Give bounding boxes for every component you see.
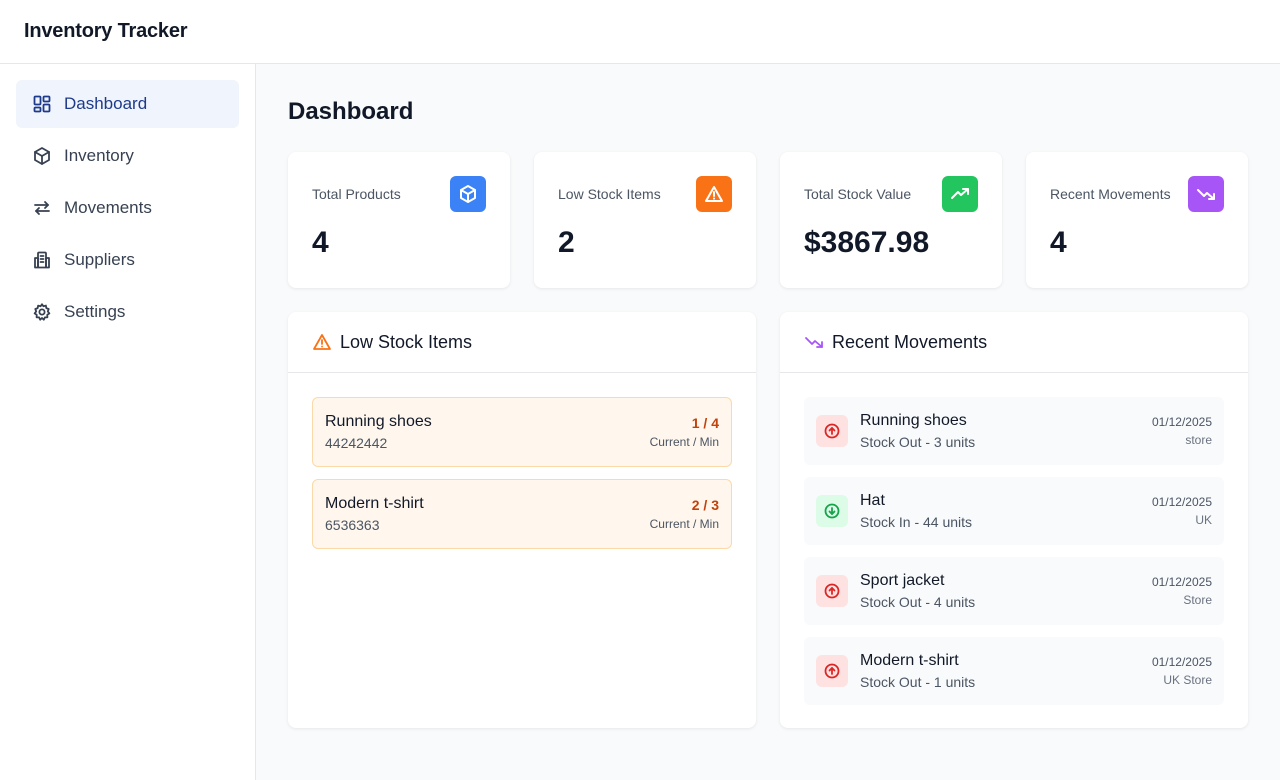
stock-ratio-label: Current / Min	[649, 435, 719, 449]
panel-title: Low Stock Items	[340, 331, 473, 352]
sidebar-item-label: Dashboard	[64, 94, 148, 113]
warning-icon	[696, 176, 732, 212]
movement-date: 01/12/2025	[1151, 575, 1212, 589]
stock-ratio: 2 / 3	[691, 497, 719, 513]
trending-up-icon	[942, 176, 978, 212]
movement-description: Stock Out - 1 units	[860, 674, 976, 690]
box-icon	[32, 146, 52, 166]
sidebar-item-label: Inventory	[64, 146, 134, 165]
panels-row: Low Stock Items Running shoes 44242442 1…	[288, 312, 1248, 728]
movement-description: Stock Out - 4 units	[860, 594, 976, 610]
low-stock-list: Running shoes 44242442 1 / 4 Current / M…	[288, 373, 756, 585]
trending-down-icon	[1188, 176, 1224, 212]
sidebar-item-inventory[interactable]: Inventory	[16, 132, 239, 180]
movement-location: Store	[1183, 593, 1212, 607]
gear-icon	[32, 302, 52, 322]
stat-value: 2	[558, 226, 575, 259]
recent-movements-panel: Recent Movements Running shoes Stock Out…	[780, 312, 1248, 728]
panel-title: Recent Movements	[832, 331, 988, 352]
list-item[interactable]: Running shoes 44242442 1 / 4 Current / M…	[312, 397, 732, 467]
box-icon	[450, 176, 486, 212]
stat-card-low-stock: Low Stock Items 2	[534, 152, 756, 288]
sidebar-item-label: Suppliers	[64, 250, 135, 269]
item-sku: 44242442	[325, 435, 388, 451]
stat-card-total-products: Total Products 4	[288, 152, 510, 288]
movement-location: UK Store	[1163, 673, 1212, 687]
list-item[interactable]: Modern t-shirt Stock Out - 1 units 01/12…	[804, 637, 1224, 705]
movement-description: Stock In - 44 units	[860, 514, 973, 530]
stat-value: 4	[312, 226, 329, 259]
sidebar: Dashboard Inventory Movements Suppliers …	[0, 64, 256, 780]
movement-location: store	[1185, 433, 1212, 447]
sidebar-item-movements[interactable]: Movements	[16, 184, 239, 232]
list-item[interactable]: Running shoes Stock Out - 3 units 01/12/…	[804, 397, 1224, 465]
list-item[interactable]: Sport jacket Stock Out - 4 units 01/12/2…	[804, 557, 1224, 625]
stat-value: $3867.98	[804, 226, 930, 259]
arrow-down-circle-icon	[816, 495, 848, 527]
trending-down-icon	[804, 332, 824, 352]
sidebar-item-label: Movements	[64, 198, 152, 217]
stat-card-total-value: Total Stock Value $3867.98	[780, 152, 1002, 288]
sidebar-item-settings[interactable]: Settings	[16, 288, 239, 336]
arrow-up-circle-icon	[816, 415, 848, 447]
list-item[interactable]: Hat Stock In - 44 units 01/12/2025 UK	[804, 477, 1224, 545]
stock-ratio: 1 / 4	[691, 415, 719, 431]
top-bar: Inventory Tracker	[0, 0, 1280, 64]
app-title: Inventory Tracker	[24, 20, 188, 42]
stat-value: 4	[1050, 226, 1067, 259]
arrow-up-circle-icon	[816, 655, 848, 687]
movement-description: Stock Out - 3 units	[860, 434, 976, 450]
panel-header: Recent Movements	[780, 312, 1248, 373]
arrow-up-circle-icon	[816, 575, 848, 607]
low-stock-panel: Low Stock Items Running shoes 44242442 1…	[288, 312, 756, 728]
movements-list: Running shoes Stock Out - 3 units 01/12/…	[780, 373, 1248, 741]
item-name: Modern t-shirt	[860, 652, 959, 669]
sidebar-item-dashboard[interactable]: Dashboard	[16, 80, 239, 128]
item-sku: 6536363	[325, 517, 380, 533]
item-name: Modern t-shirt	[325, 495, 424, 512]
stats-row: Total Products 4 Low Stock Items 2 Total…	[288, 152, 1248, 288]
page-title: Dashboard	[288, 98, 414, 125]
movement-date: 01/12/2025	[1151, 495, 1212, 509]
stat-card-recent-movements: Recent Movements 4	[1026, 152, 1248, 288]
item-name: Running shoes	[325, 413, 432, 430]
item-name: Running shoes	[860, 412, 967, 429]
sidebar-item-label: Settings	[64, 302, 126, 321]
stock-ratio-label: Current / Min	[649, 517, 719, 531]
item-name: Sport jacket	[860, 572, 945, 589]
item-name: Hat	[860, 492, 885, 509]
list-item[interactable]: Modern t-shirt 6536363 2 / 3 Current / M…	[312, 479, 732, 549]
panel-header: Low Stock Items	[288, 312, 756, 373]
building-icon	[32, 250, 52, 270]
movement-date: 01/12/2025	[1151, 655, 1212, 669]
movement-date: 01/12/2025	[1151, 415, 1212, 429]
movement-location: UK	[1195, 513, 1212, 527]
dashboard-icon	[32, 94, 52, 114]
warning-icon	[312, 332, 332, 352]
main-content: Dashboard Total Products 4 Low Stock Ite…	[256, 64, 1280, 780]
sidebar-item-suppliers[interactable]: Suppliers	[16, 236, 239, 284]
arrows-icon	[32, 198, 52, 218]
